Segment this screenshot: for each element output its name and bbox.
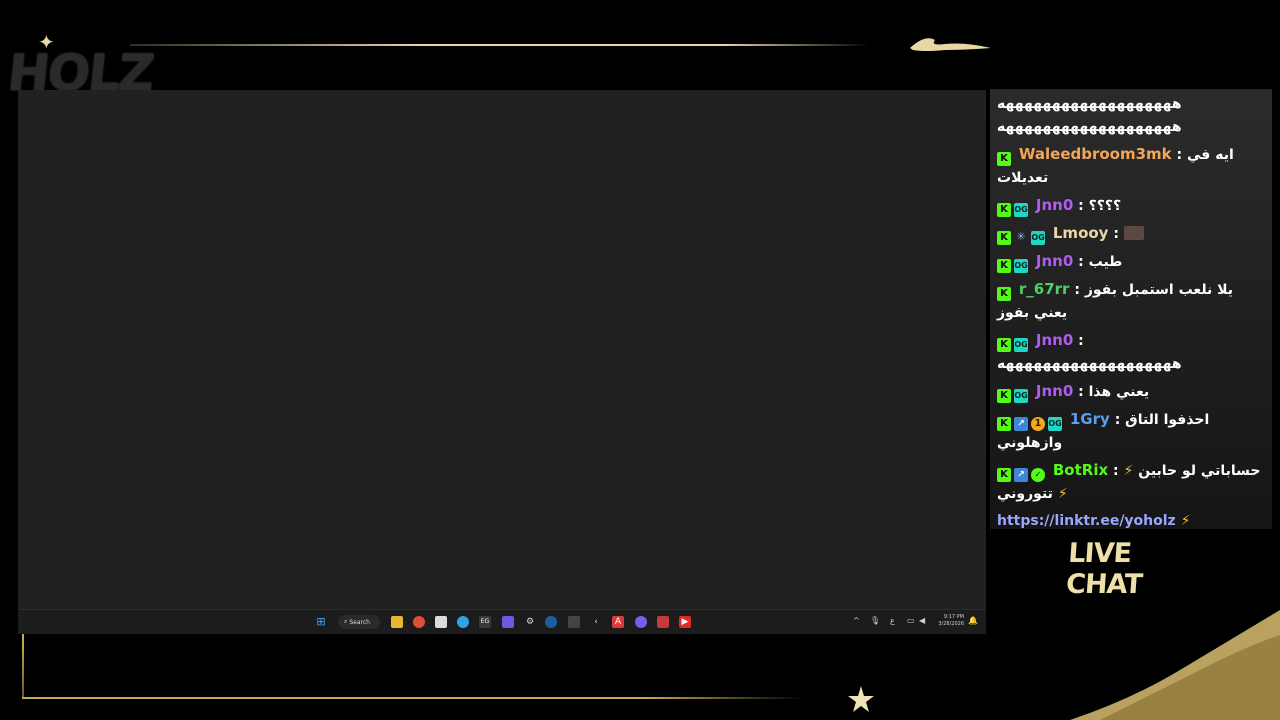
chat-message-text: يعني هذا (1088, 384, 1150, 400)
og-badge-icon: OG (1031, 231, 1045, 245)
star-icon (848, 686, 874, 712)
live-chat-title: LIVE CHAT (1065, 538, 1143, 600)
discord-icon[interactable] (635, 616, 647, 628)
chat-message: https://linktr.ee/yoholz ⚡ (990, 510, 1272, 533)
kick-badge-icon: K (997, 152, 1011, 166)
lightning-icon: ⚡ (1123, 463, 1134, 479)
clock-date: 3/28/2026 (938, 621, 964, 627)
live-chat-panel: هههههههههههههههههههه ههههههههههههههههههه… (990, 89, 1272, 529)
top-divider (130, 44, 870, 46)
og-badge-icon: OG (1014, 203, 1028, 217)
search-label: Search (349, 618, 370, 626)
chat-username[interactable]: Jnn0 (1036, 196, 1073, 214)
discord-active-icon[interactable] (502, 616, 514, 628)
kick-badge-icon: K (997, 417, 1011, 431)
monitor-icon[interactable]: ▭ (907, 616, 915, 625)
red-a-app-icon[interactable]: A (612, 616, 624, 628)
chat-message: K OG Jnn0 : هههههههههههههههههههه (997, 331, 1182, 372)
kick-badge-icon: K (997, 338, 1011, 352)
og-badge-icon: OG (1014, 338, 1028, 352)
chat-message: K OG Jnn0 : يعني هذا (990, 380, 1272, 404)
bot-badge-icon: ✓ (1031, 468, 1045, 482)
lightning-icon: ⚡ (1180, 513, 1191, 529)
steam-icon[interactable] (545, 616, 557, 628)
chat-username[interactable]: Jnn0 (1036, 331, 1073, 349)
sparkle-badge-icon: ✳ (1016, 230, 1026, 243)
chat-message-text: طيب (1088, 254, 1123, 270)
taskbar-clock[interactable]: 9:17 PM 3/28/2026 (930, 614, 964, 628)
chat-message: هههههههههههههههههههه ههههههههههههههههههه… (990, 93, 1272, 139)
taskbar-search-button[interactable]: ⌕ Search (338, 615, 380, 629)
epic-games-icon[interactable]: EG (479, 616, 491, 628)
edge-icon[interactable] (457, 616, 469, 628)
desktop-area (18, 90, 986, 609)
chat-message: K OG Jnn0 : ؟؟؟؟ (990, 194, 1272, 218)
store-icon[interactable] (435, 616, 447, 628)
notification-bell-icon[interactable]: 🔔 (968, 616, 978, 625)
chat-username[interactable]: BotRix (1053, 461, 1108, 479)
back-arrow-app-icon[interactable]: ‹ (590, 616, 602, 628)
chat-username[interactable]: Lmooy (1053, 224, 1109, 242)
volume-icon[interactable]: ◀ (919, 616, 925, 625)
youtube-icon[interactable]: ▶ (679, 616, 691, 628)
kick-badge-icon: K (997, 203, 1011, 217)
chat-username[interactable]: r_67rr (1019, 280, 1070, 298)
microphone-icon[interactable]: 🎙 (870, 616, 880, 625)
chat-message-text: هههههههههههههههههههه ههههههههههههههههههه… (997, 96, 1182, 135)
chat-message: K OG Jnn0 : طيب (990, 250, 1272, 274)
windows-taskbar: ⊞ ⌕ Search EG ⚙ ‹ A ▶ ^ 🎙 ع ▭ ◀ 9:17 PM … (18, 609, 986, 634)
kick-badge-icon: K (997, 287, 1011, 301)
chat-link[interactable]: https://linktr.ee/yoholz (997, 513, 1176, 529)
ime-indicator[interactable]: ع (890, 616, 895, 625)
bottom-border-line (22, 697, 802, 699)
og-badge-icon: OG (1014, 389, 1028, 403)
chat-message: K ↗ 1 OG 1Gry : احذفوا التاق وازهلوني (997, 410, 1210, 451)
kick-badge-icon: K (997, 468, 1011, 482)
chat-username[interactable]: Jnn0 (1036, 252, 1073, 270)
kick-badge-icon: K (997, 231, 1011, 245)
screen-capture: ⊞ ⌕ Search EG ⚙ ‹ A ▶ ^ 🎙 ع ▭ ◀ 9:17 PM … (18, 90, 986, 634)
file-explorer-icon[interactable] (391, 616, 403, 628)
kick-badge-icon: K (997, 389, 1011, 403)
chrome-icon[interactable] (413, 616, 425, 628)
sparkle-icon: ✦ (38, 30, 55, 54)
subscriber-badge-icon: ↗ (1014, 417, 1028, 431)
chat-message: K ↗ ✓ BotRix : ⚡ حساباتي لو حابين تتوروني … (997, 461, 1261, 502)
chat-username[interactable]: Waleedbroom3mk (1019, 145, 1172, 163)
chat-message: K Waleedbroom3mk : ايه في تعديلات (997, 145, 1234, 186)
riot-client-icon[interactable] (657, 616, 669, 628)
gold-brush-stroke-icon (910, 38, 991, 51)
settings-gear-icon[interactable]: ⚙ (524, 616, 536, 628)
keyboard-app-icon[interactable] (568, 616, 580, 628)
chat-message-text: هههههههههههههههههههه (997, 356, 1182, 372)
chat-username[interactable]: 1Gry (1070, 410, 1110, 428)
chat-message: K ✳ OG Lmooy : (990, 222, 1272, 246)
gold-brush-corner-icon (1070, 610, 1280, 720)
windows-start-icon[interactable]: ⊞ (315, 616, 327, 628)
clock-time: 9:17 PM (943, 614, 964, 620)
gifter-badge-icon: 1 (1031, 417, 1045, 431)
og-badge-icon: OG (1048, 417, 1062, 431)
emote-image (1123, 226, 1144, 240)
chat-message-text: ؟؟؟؟ (1088, 198, 1122, 214)
kick-badge-icon: K (997, 259, 1011, 273)
chevron-up-icon[interactable]: ^ (853, 616, 860, 625)
search-icon: ⌕ (344, 618, 348, 625)
chat-username[interactable]: Jnn0 (1036, 382, 1073, 400)
og-badge-icon: OG (1014, 259, 1028, 273)
subscriber-badge-icon: ↗ (1014, 468, 1028, 482)
lightning-icon: ⚡ (1057, 486, 1068, 502)
chat-message: K r_67rr : يلا نلعب استمبل بفوز يعني بفو… (997, 280, 1234, 321)
